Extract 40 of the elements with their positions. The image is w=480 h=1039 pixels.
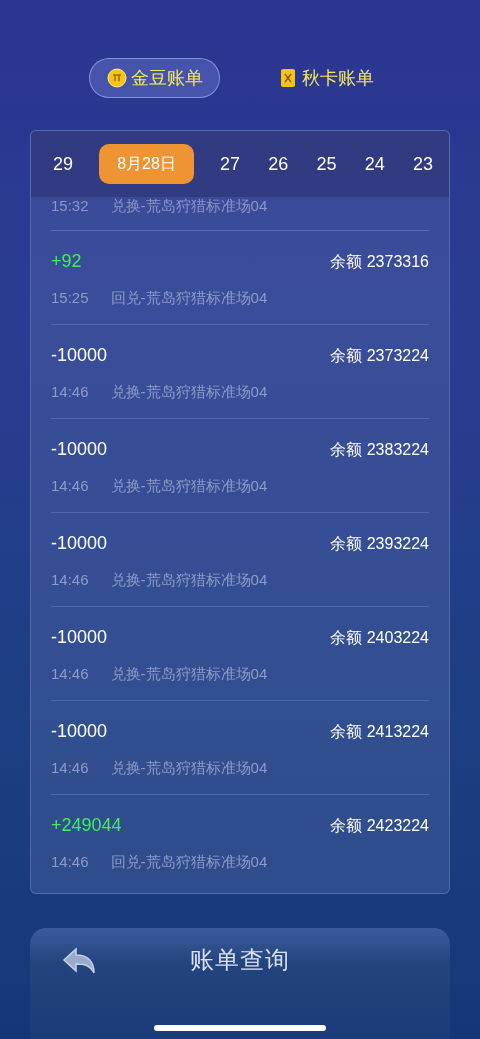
record-balance: 余额 2423224 [330, 816, 429, 836]
record-amount: +92 [51, 251, 82, 272]
record-description: 兑换-荒岛狩猎标准场04 [110, 665, 268, 684]
record-time: 14:46 [51, 759, 89, 778]
record-time: 14:46 [51, 665, 89, 684]
record-balance: 余额 2373224 [330, 346, 429, 366]
record-amount: -10000 [51, 627, 108, 648]
record-description: 兑换-荒岛狩猎标准场04 [110, 571, 268, 590]
record-balance: 余额 2373316 [330, 252, 429, 272]
record-balance: 余额 2393224 [330, 534, 429, 554]
record-time: 14:46 [51, 853, 89, 872]
record-description: 兑换-荒岛狩猎标准场04 [110, 759, 268, 778]
date-tab[interactable]: 29 [51, 144, 75, 184]
record-description: 兑换-荒岛狩猎标准场04 [110, 383, 268, 402]
record-balance: 余额 2403224 [330, 628, 429, 648]
date-tab[interactable]: 24 [362, 144, 387, 184]
record-description: 兑换-荒岛狩猎标准场04 [110, 477, 268, 496]
tab[interactable]: 金豆账单 [89, 58, 220, 98]
record-balance: 余额 2413224 [330, 722, 429, 742]
record-amount: -10000 [51, 439, 108, 460]
date-tab[interactable]: 27 [218, 144, 243, 184]
record-balance: 余额 2383224 [330, 440, 429, 460]
record-amount: -10000 [51, 345, 108, 366]
record-description: 回兑-荒岛狩猎标准场04 [110, 853, 268, 872]
record-description: 回兑-荒岛狩猎标准场04 [110, 289, 268, 308]
bar-title: 账单查询 [190, 945, 290, 976]
record-time: 15:32 [51, 197, 89, 214]
coin-icon [106, 67, 128, 89]
date-tab[interactable]: 26 [266, 144, 291, 184]
record-time: 14:46 [51, 477, 89, 496]
date-tab[interactable]: 25 [314, 144, 339, 184]
record-amount: -10000 [51, 721, 108, 742]
record-time: 14:46 [51, 383, 89, 402]
record-description: 兑换-荒岛狩猎标准场04 [110, 197, 268, 216]
tab[interactable]: 秋卡账单 [260, 58, 391, 98]
record-time: 15:25 [51, 289, 89, 308]
record-amount: -10000 [51, 533, 108, 554]
record-time: 14:46 [51, 571, 89, 590]
record-amount: +249044 [51, 815, 122, 836]
date-tab[interactable]: 23 [410, 144, 435, 184]
